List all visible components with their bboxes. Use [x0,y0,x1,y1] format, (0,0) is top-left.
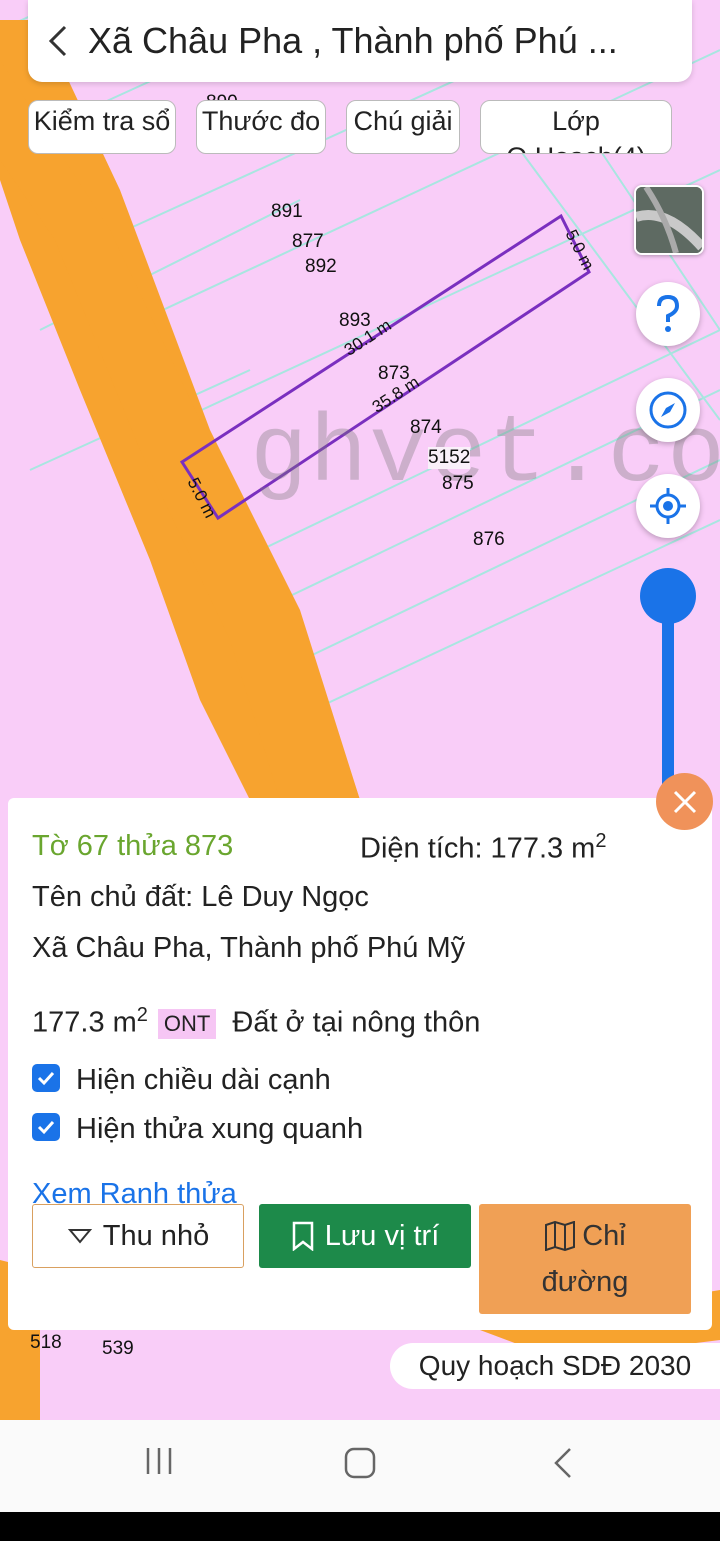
chip-check-book[interactable]: Kiểm tra sổ [28,100,176,154]
home-icon[interactable] [343,1446,377,1480]
bottom-bezel [0,1512,720,1541]
directions-label-line1: Chỉ [582,1220,626,1252]
parcel-label: 875 [442,473,474,494]
parcel-label: 539 [102,1338,134,1359]
view-boundary-link[interactable]: Xem Ranh thửa [32,1178,237,1206]
area-text: Diện tích: 177.3 m2 [360,830,606,866]
chip-ruler[interactable]: Thước đo [196,100,326,154]
checkbox-checked-icon[interactable] [32,1064,60,1093]
help-button[interactable] [636,282,700,346]
usage-area-sup: 2 [136,1004,148,1026]
address: Xã Châu Pha, Thành phố Phú Mỹ [32,932,466,964]
lot-number: Tờ 67 thửa 873 [32,830,234,862]
chip-legend[interactable]: Chú giải [346,100,460,154]
parcel-label: 891 [271,201,303,222]
back-icon[interactable] [28,0,88,82]
chip-planning-layers[interactable]: Lớp Q.Hoạch(4) [480,100,672,154]
compass-icon [649,391,687,429]
back-nav-icon[interactable] [552,1446,574,1480]
show-edges-checkbox[interactable]: Hiện chiều dài cạnh [32,1064,331,1097]
show-neighbors-checkbox[interactable]: Hiện thửa xung quanh [32,1113,363,1146]
planning-layer-badge[interactable]: Quy hoạch SDĐ 2030 [390,1343,720,1389]
parcel-label: 877 [292,231,324,252]
parcel-label: 874 [410,417,442,438]
show-neighbors-label: Hiện thửa xung quanh [76,1113,364,1145]
map-icon [545,1221,576,1251]
search-header: Xã Châu Pha , Thành phố Phú ... [28,0,692,82]
land-use-row: 177.3 m2 ONT Đất ở tại nông thôn [32,1004,480,1040]
locate-button[interactable] [636,474,700,538]
owner-name: Tên chủ đất: Lê Duy Ngọc [32,881,369,913]
view-boundary-label: Xem Ranh thửa [32,1178,237,1206]
help-icon [657,294,680,332]
layer-thumbnail-button[interactable] [634,185,704,255]
location-title[interactable]: Xã Châu Pha , Thành phố Phú ... [88,20,678,62]
save-location-label: Lưu vị trí [324,1219,440,1252]
close-button[interactable] [656,773,713,830]
parcel-label: 5152 [428,447,471,469]
recent-apps-icon[interactable] [144,1446,174,1476]
checkbox-checked-icon[interactable] [32,1113,60,1142]
system-navigation-bar [0,1420,720,1512]
usage-area: 177.3 m [32,1006,137,1039]
compass-button[interactable] [636,378,700,442]
chevron-down-icon [67,1229,92,1244]
opacity-slider-handle[interactable] [640,568,696,624]
land-use-desc: Đất ở tại nông thôn [232,1006,481,1039]
opacity-slider-track[interactable] [662,596,674,796]
directions-button[interactable]: Chỉ đường [479,1204,691,1314]
satellite-preview-icon [636,187,702,253]
collapse-label: Thu nhỏ [102,1219,210,1252]
area-unit-sup: 2 [595,830,607,852]
parcel-label: 876 [473,529,505,550]
collapse-button[interactable]: Thu nhỏ [32,1204,244,1268]
parcel-label: 892 [305,256,337,277]
close-icon [673,790,696,813]
land-code-badge: ONT [157,1009,217,1039]
directions-label-line2: đường [541,1266,629,1298]
locate-icon [650,488,686,524]
area-label: Diện tích: 177.3 m [360,832,596,865]
parcel-label: 518 [30,1332,62,1353]
bookmark-icon [292,1221,313,1251]
show-edges-label: Hiện chiều dài cạnh [76,1064,331,1096]
save-location-button[interactable]: Lưu vị trí [259,1204,471,1268]
